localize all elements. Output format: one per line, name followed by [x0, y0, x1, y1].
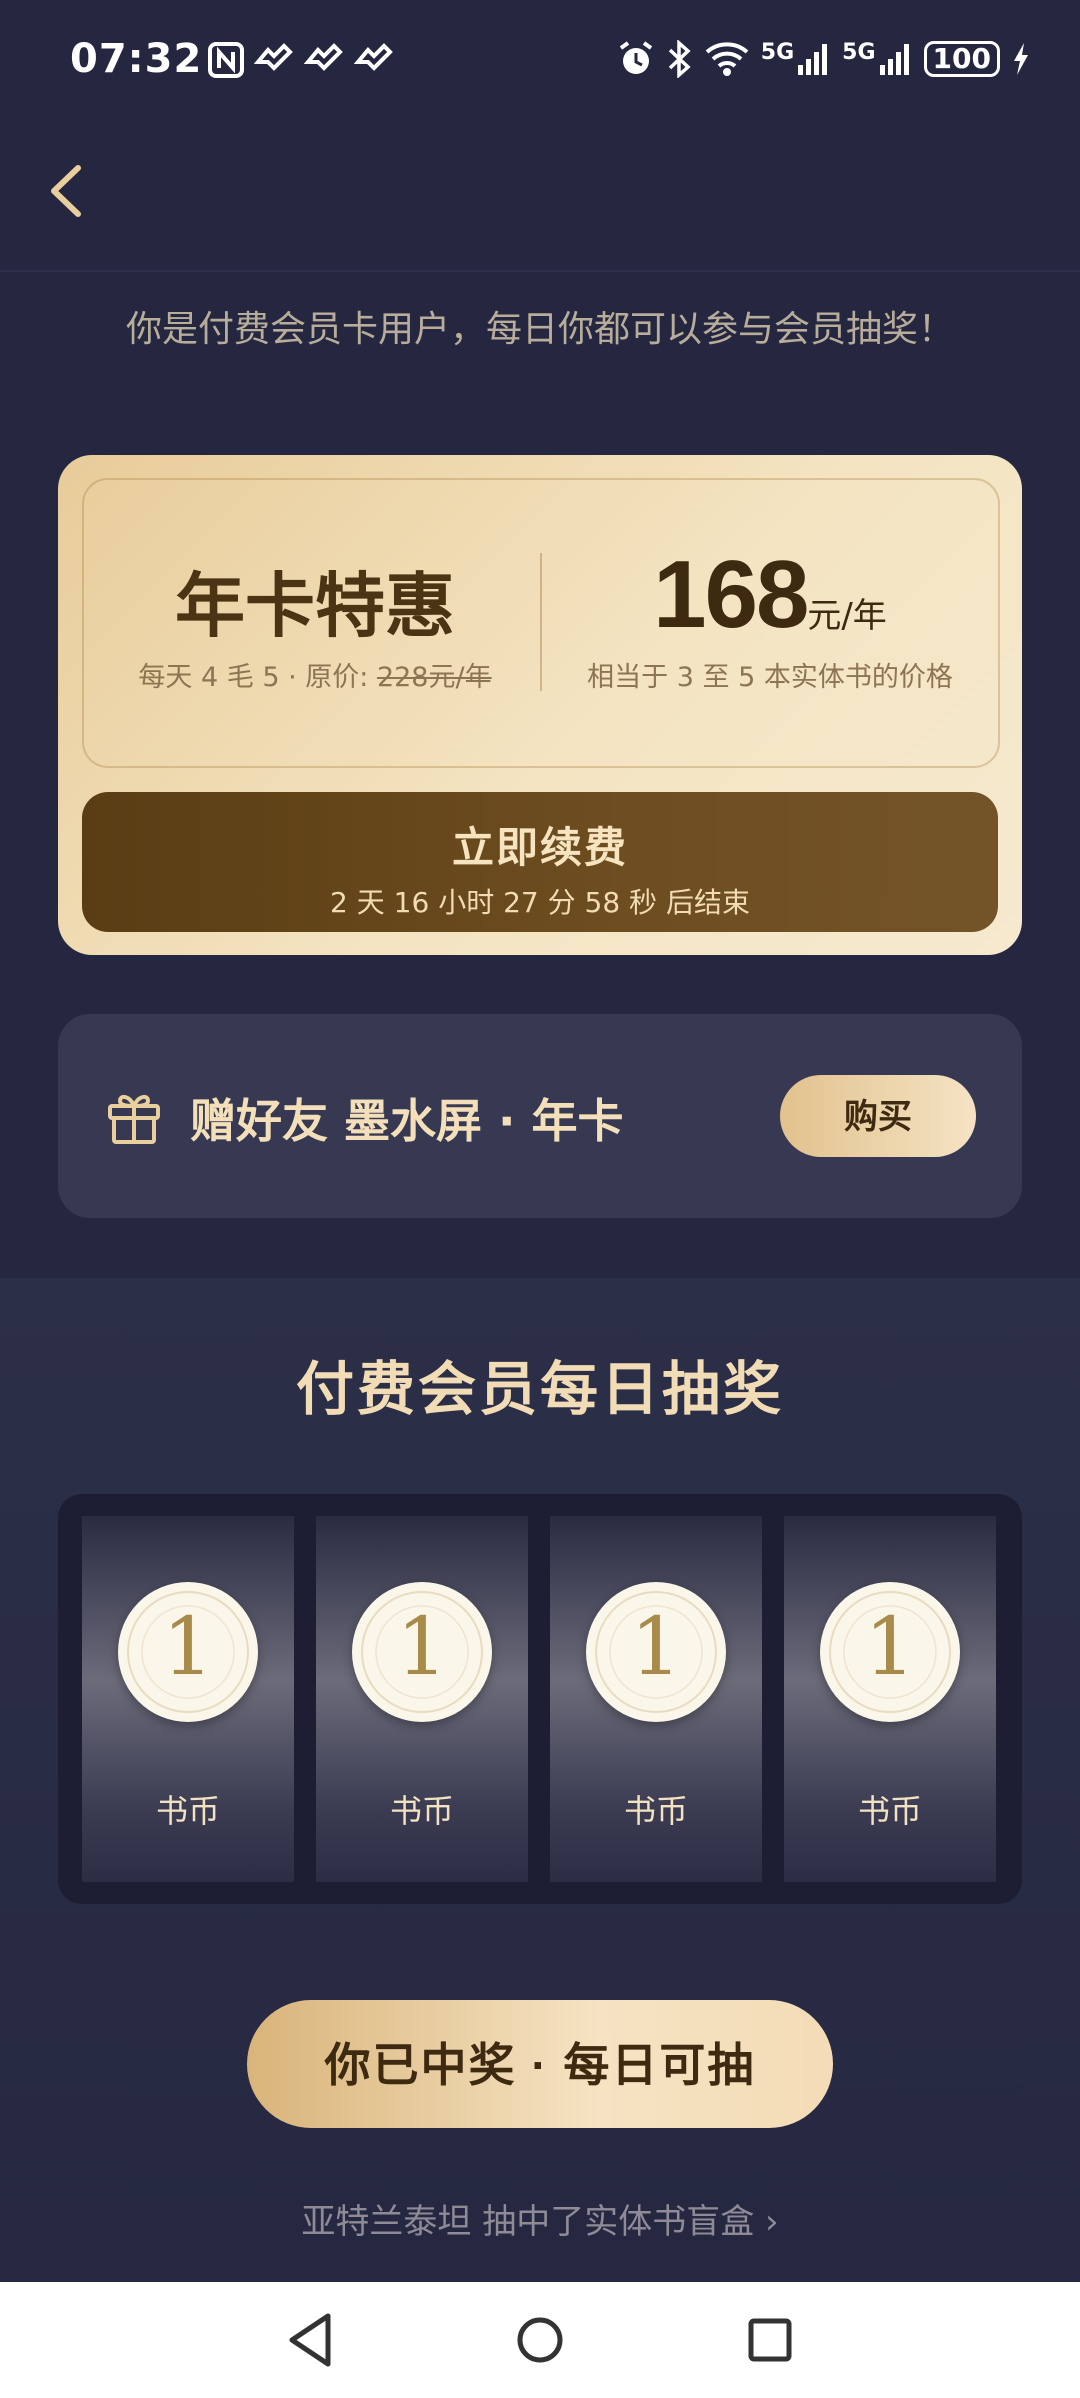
coin-icon: 1 [586, 1582, 726, 1722]
slot-label: 书币 [155, 1792, 220, 1830]
nav-back-button[interactable] [282, 2308, 338, 2376]
renew-button[interactable]: 立即续费 2 天 16 小时 27 分 58 秒 后结束 [82, 792, 998, 932]
header-divider [0, 270, 1080, 272]
signal-icon [879, 44, 909, 75]
annual-price: 168元/年 [550, 540, 990, 650]
alarm-icon [619, 41, 652, 74]
member-notice: 你是付费会员卡用户，每日你都可以参与会员抽奖！ [125, 309, 954, 350]
lottery-slot: 1 书币 [316, 1516, 528, 1882]
lottery-slot: 1 书币 [784, 1516, 996, 1882]
coin-icon: 1 [118, 1582, 258, 1722]
slot-label: 书币 [857, 1792, 922, 1830]
app-notification-icon [354, 43, 393, 71]
slot-label: 书币 [623, 1792, 688, 1830]
system-icons: 5G 5G 100 [617, 40, 1030, 78]
app-notification-icon [254, 43, 293, 71]
back-button[interactable] [40, 150, 100, 230]
circle-home-icon [517, 2317, 563, 2363]
original-price: 228元/年 [376, 662, 492, 693]
nav-recents-button[interactable] [742, 2308, 798, 2376]
lottery-draw-button[interactable]: 你已中奖 · 每日可抽 [247, 2000, 833, 2128]
annual-offer-title: 年卡特惠 [175, 564, 455, 647]
square-recents-icon [748, 2318, 792, 2362]
bluetooth-icon [668, 40, 691, 78]
app-notification-icon [304, 43, 343, 71]
slot-label: 书币 [389, 1792, 454, 1830]
signal-5g-label: 5G [842, 39, 876, 65]
notification-icons [208, 42, 394, 78]
price-amount: 168 [653, 541, 809, 648]
gift-label: 赠好友 墨水屏 · 年卡 [190, 1094, 624, 1148]
charging-icon [1014, 43, 1028, 75]
annual-offer-subtitle: 每天 4 毛 5 · 原价: 228元/年 [138, 662, 492, 693]
triangle-back-icon [289, 2313, 331, 2367]
status-time: 07:32 [70, 36, 203, 82]
wifi-icon [705, 42, 749, 76]
nfc-icon [208, 42, 244, 78]
nav-home-button[interactable] [512, 2308, 568, 2376]
coin-icon: 1 [820, 1582, 960, 1722]
lottery-slot: 1 书币 [550, 1516, 762, 1882]
price-note: 相当于 3 至 5 本实体书的价格 [587, 662, 953, 693]
buy-button[interactable]: 购买 [780, 1075, 976, 1157]
card-divider [540, 553, 542, 691]
coin-icon: 1 [352, 1582, 492, 1722]
price-unit: 元/年 [807, 596, 887, 636]
signal-icon [798, 44, 828, 75]
lottery-title: 付费会员每日抽奖 [295, 1355, 784, 1423]
signal-5g-label: 5G [760, 39, 795, 65]
winner-ticker-link[interactable]: 亚特兰泰坦 抽中了实体书盲盒 › [0, 2194, 1080, 2243]
renew-label: 立即续费 [451, 823, 628, 872]
gift-icon [104, 1086, 164, 1146]
countdown-text: 2 天 16 小时 27 分 58 秒 后结束 [330, 886, 750, 919]
battery-indicator: 100 [923, 41, 1000, 77]
lottery-slot: 1 书币 [82, 1516, 294, 1882]
back-arrow-icon [51, 165, 81, 217]
status-bar: 07:32 5G 5G 100 [0, 0, 1080, 130]
